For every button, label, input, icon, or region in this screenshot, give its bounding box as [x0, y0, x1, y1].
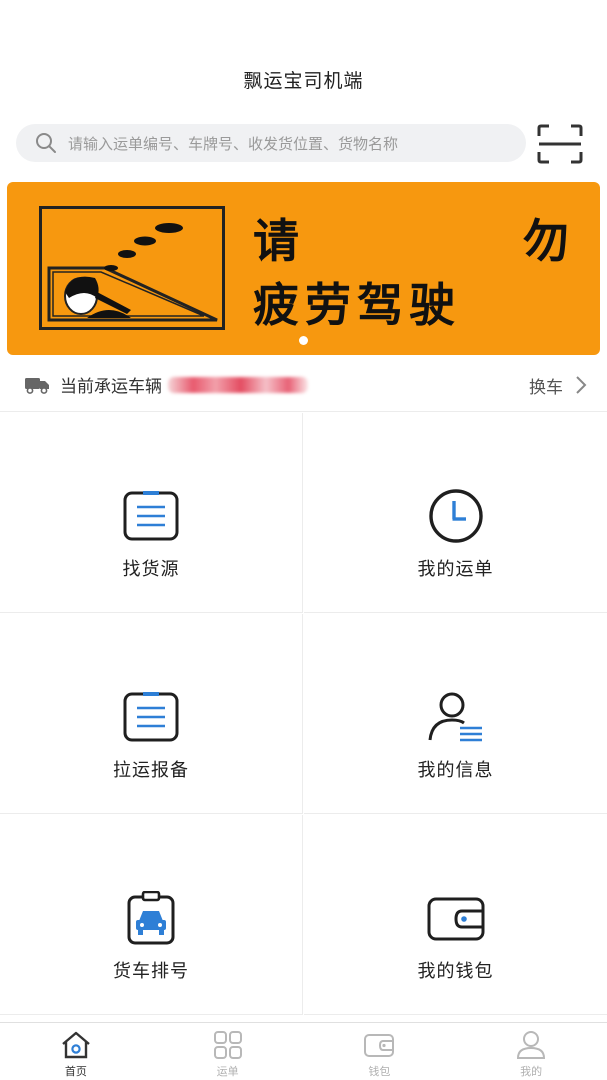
- menu-label: 我的钱包: [417, 961, 494, 982]
- clipboard-list-icon: [123, 692, 179, 742]
- menu-label: 我的信息: [417, 760, 494, 781]
- menu-find-cargo[interactable]: 找货源: [0, 413, 303, 613]
- menu-label: 找货源: [122, 559, 180, 580]
- clipboard-list-icon: [123, 491, 179, 541]
- vehicle-label: 当前承运车辆: [60, 377, 162, 397]
- chevron-right-icon: [576, 376, 587, 394]
- tab-wallet[interactable]: 钱包: [304, 1023, 456, 1080]
- banner-text-right: 勿: [523, 214, 569, 268]
- user-icon: [517, 1031, 546, 1059]
- menu-my-waybills[interactable]: 我的运单: [304, 413, 607, 613]
- scan-icon[interactable]: [537, 124, 583, 164]
- page-title: 飘运宝司机端: [243, 70, 364, 92]
- wallet-icon: [427, 897, 484, 941]
- banner-headline: 请 勿: [253, 218, 569, 264]
- home-icon: [62, 1031, 90, 1059]
- search-placeholder: 请输入运单编号、车牌号、收发货位置、货物名称: [68, 134, 399, 153]
- search-input[interactable]: 请输入运单编号、车牌号、收发货位置、货物名称: [16, 124, 526, 162]
- app-header: 飘运宝司机端: [0, 0, 607, 112]
- user-info-icon: [428, 692, 482, 742]
- tab-label: 运单: [216, 1065, 239, 1078]
- menu-label: 货车排号: [113, 961, 189, 982]
- clock-icon: [428, 489, 483, 543]
- grid-icon: [213, 1031, 242, 1059]
- tab-label: 首页: [64, 1065, 87, 1078]
- tab-profile[interactable]: 我的: [455, 1023, 607, 1080]
- tab-home[interactable]: 首页: [0, 1023, 152, 1080]
- current-vehicle-row: 当前承运车辆 换车: [0, 358, 607, 412]
- switch-vehicle-button[interactable]: 换车: [529, 358, 587, 412]
- promo-banner[interactable]: 请 勿 疲劳驾驶: [7, 182, 600, 355]
- tab-label: 我的: [520, 1065, 543, 1078]
- search-icon: [36, 133, 56, 153]
- menu-label: 拉运报备: [113, 760, 189, 781]
- tab-label: 钱包: [368, 1065, 391, 1078]
- license-plate-redacted: [168, 376, 308, 393]
- banner-subline: 疲劳驾驶: [253, 278, 461, 332]
- menu-transport-report[interactable]: 拉运报备: [0, 614, 303, 814]
- carousel-indicator[interactable]: [299, 336, 308, 345]
- truck-queue-icon: [127, 891, 175, 945]
- wallet-icon: [364, 1034, 395, 1057]
- menu-my-wallet[interactable]: 我的钱包: [304, 815, 607, 1015]
- sleepy-driver-illustration: [39, 206, 225, 330]
- truck-icon: [25, 377, 49, 394]
- tab-waybills[interactable]: 运单: [152, 1023, 304, 1080]
- menu-my-info[interactable]: 我的信息: [304, 614, 607, 814]
- bottom-tab-bar: 首页 运单 钱包 我的: [0, 1022, 607, 1080]
- switch-vehicle-label: 换车: [529, 377, 563, 398]
- function-grid: 找货源 我的运单 拉运报备 我的信息 货车排号 我的钱包: [0, 413, 607, 1016]
- banner-text-left: 请: [253, 214, 299, 268]
- menu-label: 我的运单: [417, 559, 494, 580]
- menu-truck-queue[interactable]: 货车排号: [0, 815, 303, 1015]
